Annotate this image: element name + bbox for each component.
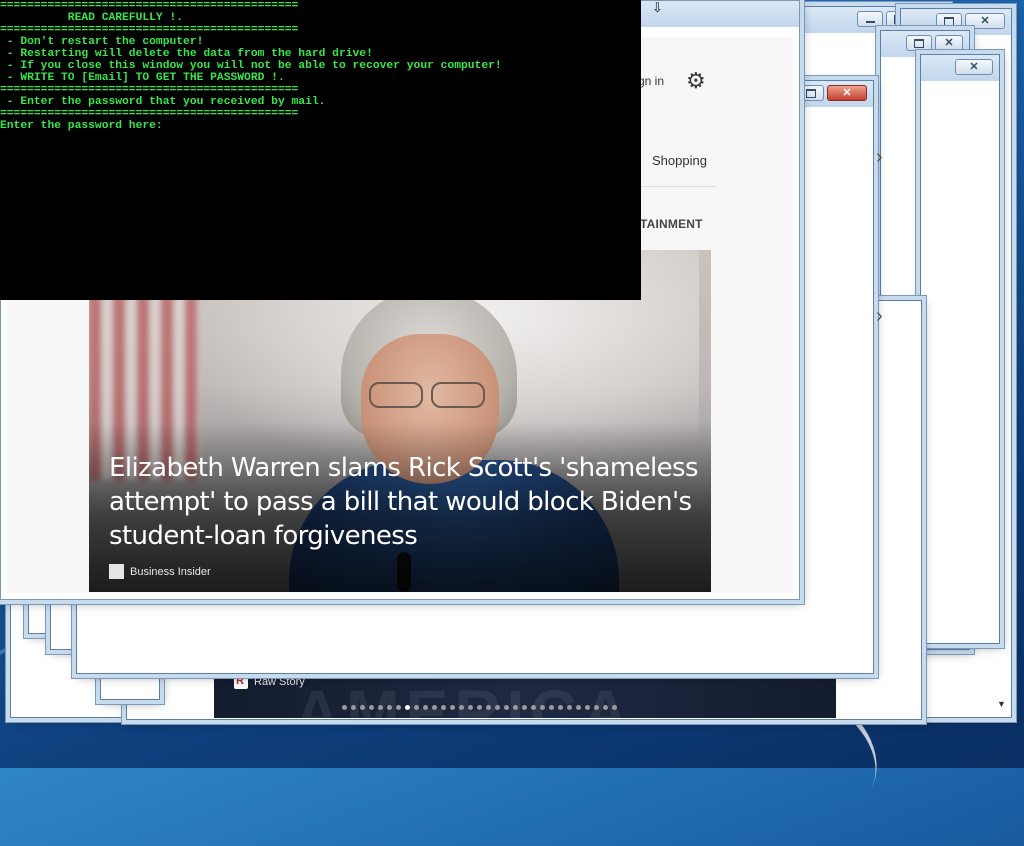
- carousel-dot[interactable]: [603, 705, 608, 710]
- carousel-dot[interactable]: [468, 705, 473, 710]
- carousel-dot[interactable]: [567, 705, 572, 710]
- carousel-dot[interactable]: [369, 705, 374, 710]
- carousel-dot[interactable]: [531, 705, 536, 710]
- carousel-dot[interactable]: [459, 705, 464, 710]
- carousel-dot[interactable]: [576, 705, 581, 710]
- console-window[interactable]: ========================================…: [0, 0, 641, 300]
- carousel-dot[interactable]: [360, 705, 365, 710]
- maximize-icon: [944, 16, 954, 26]
- carousel-indicator: [342, 705, 617, 710]
- news-source: R Raw Story: [234, 675, 305, 689]
- minimize-button[interactable]: [857, 11, 883, 27]
- carousel-dot[interactable]: [414, 705, 419, 710]
- minimize-icon: [865, 20, 875, 23]
- carousel-dot[interactable]: [486, 705, 491, 710]
- console-text: ========================================…: [0, 0, 502, 132]
- gear-icon[interactable]: ⚙: [686, 68, 706, 94]
- close-icon: ✕: [969, 60, 979, 73]
- close-button[interactable]: ✕: [955, 59, 993, 75]
- carousel-dot[interactable]: [612, 705, 617, 710]
- chevron-right-icon[interactable]: ›: [876, 305, 883, 328]
- news-source: Business Insider: [109, 564, 211, 579]
- mouse-cursor-icon: ⇩: [652, 0, 663, 15]
- section-label[interactable]: TAINMENT: [640, 217, 703, 231]
- maximize-icon: [806, 88, 816, 98]
- carousel-dot[interactable]: [522, 705, 527, 710]
- carousel-dot[interactable]: [405, 705, 410, 710]
- maximize-button[interactable]: [798, 85, 824, 101]
- carousel-dot[interactable]: [342, 705, 347, 710]
- close-icon: ✕: [842, 86, 852, 99]
- carousel-dot[interactable]: [351, 705, 356, 710]
- window-controls: ✕: [936, 13, 1005, 29]
- maximize-button[interactable]: [906, 35, 932, 51]
- window-controls: ✕: [906, 35, 963, 51]
- carousel-dot[interactable]: [432, 705, 437, 710]
- carousel-dot[interactable]: [540, 705, 545, 710]
- maximize-button[interactable]: [936, 13, 962, 29]
- carousel-dot[interactable]: [396, 705, 401, 710]
- news-card-featured[interactable]: Elizabeth Warren slams Rick Scott's 'sha…: [89, 250, 711, 592]
- scroll-down-arrow[interactable]: ▼: [997, 699, 1006, 709]
- news-card-raw-story[interactable]: AMERICA R Raw Story: [214, 670, 836, 718]
- news-image-text: AMERICA: [294, 677, 635, 718]
- carousel-dot[interactable]: [450, 705, 455, 710]
- carousel-dot[interactable]: [549, 705, 554, 710]
- carousel-dot[interactable]: [495, 705, 500, 710]
- carousel-dot[interactable]: [441, 705, 446, 710]
- background-window[interactable]: ✕: [920, 54, 1000, 644]
- maximize-icon: [914, 38, 924, 48]
- carousel-dot[interactable]: [477, 705, 482, 710]
- raw-story-logo-icon: R: [234, 675, 248, 689]
- password-input[interactable]: [192, 120, 592, 134]
- nav-shopping[interactable]: Shopping: [652, 153, 707, 168]
- carousel-dot[interactable]: [558, 705, 563, 710]
- chevron-right-icon[interactable]: ›: [876, 146, 883, 169]
- news-source-label: Raw Story: [254, 676, 305, 688]
- window-controls: ✕: [955, 59, 993, 75]
- news-headline[interactable]: Elizabeth Warren slams Rick Scott's 'sha…: [109, 451, 699, 553]
- window-controls: ✕: [798, 85, 867, 101]
- carousel-dot[interactable]: [513, 705, 518, 710]
- news-source-label: Business Insider: [130, 565, 211, 578]
- carousel-dot[interactable]: [387, 705, 392, 710]
- close-button[interactable]: ✕: [935, 35, 963, 51]
- close-button[interactable]: ✕: [827, 85, 867, 101]
- close-button[interactable]: ✕: [965, 13, 1005, 29]
- close-icon: ✕: [980, 14, 990, 27]
- carousel-dot[interactable]: [378, 705, 383, 710]
- business-insider-logo-icon: [109, 564, 124, 579]
- carousel-dot[interactable]: [585, 705, 590, 710]
- carousel-dot[interactable]: [504, 705, 509, 710]
- carousel-dot[interactable]: [423, 705, 428, 710]
- close-icon: ✕: [944, 36, 954, 49]
- carousel-dot[interactable]: [594, 705, 599, 710]
- news-photo-glasses: [431, 382, 485, 408]
- sign-in-link[interactable]: gn in: [638, 74, 664, 88]
- news-photo-glasses: [369, 382, 423, 408]
